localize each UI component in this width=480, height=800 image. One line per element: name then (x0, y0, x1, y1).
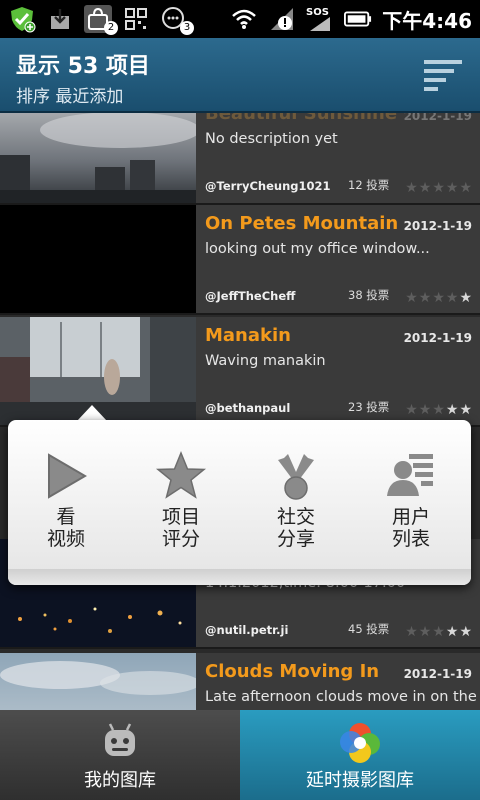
signal-alert-icon (268, 5, 296, 33)
social-share-label: 社交 分享 (276, 506, 315, 550)
social-share-icon (246, 450, 346, 502)
qr-code-icon (122, 5, 150, 33)
star-icon: ★ (405, 180, 418, 196)
notification-badge: 2 (104, 21, 118, 35)
tab-my-gallery[interactable]: 我的图库 (0, 710, 240, 800)
star-icon: ★ (418, 290, 432, 306)
vote-count: 38 投票 (348, 288, 390, 302)
quick-action-popup: 看 视频 项目 评分 社交 分享 用户 列表 (8, 420, 471, 585)
star-icon: ★ (405, 402, 418, 418)
user-list-button[interactable]: 用户 列表 (361, 450, 461, 560)
star-rating: ★ ★ ★ ★ ★ (405, 625, 472, 639)
star-rating: ★ ★ ★ ★ ★ (405, 291, 472, 305)
download-icon (46, 5, 74, 33)
star-icon: ★ (445, 402, 459, 418)
video-date: 2012-1-19 (403, 219, 472, 233)
star-icon: ★ (405, 624, 418, 640)
sort-order-label[interactable]: 排序 最近添加 (16, 82, 123, 107)
svg-text:SOS: SOS (306, 7, 329, 18)
vote-count: 23 投票 (348, 400, 390, 414)
clock: 下午4:46 (382, 8, 472, 33)
watch-video-label: 看 视频 (46, 506, 85, 550)
star-icon: ★ (432, 180, 445, 196)
star-icon: ★ (459, 290, 472, 306)
video-description: looking out my office window... (205, 241, 430, 257)
watch-video-button[interactable]: 看 视频 (16, 450, 116, 560)
star-icon: ★ (459, 402, 472, 418)
video-title: Manakin (205, 325, 291, 346)
star-icon: ★ (432, 624, 445, 640)
video-thumbnail (0, 113, 196, 203)
vote-count: 45 投票 (348, 622, 390, 636)
video-author[interactable]: @nutil.petr.ji (205, 623, 288, 637)
sos-signal-icon: SOS (306, 5, 334, 33)
bottom-tab-bar: 我的图库 延时摄影图库 (0, 710, 480, 800)
status-bar: 2 3 SOS 下午4:46 (0, 0, 480, 38)
item-count-title: 显示 53 项目 (16, 54, 150, 79)
sort-menu-icon[interactable] (420, 58, 464, 92)
user-list-icon (361, 450, 461, 502)
star-icon: ★ (445, 624, 459, 640)
video-list: Beautiful Sunshine 2012-1-19 No descript… (0, 113, 480, 710)
video-author[interactable]: @bethanpaul (205, 401, 290, 415)
video-date: 2012-1-19 (403, 331, 472, 345)
notification-badge: 3 (180, 21, 194, 35)
star-icon: ★ (459, 180, 472, 196)
popup-pointer (77, 405, 107, 421)
video-date: 2012-1-19 (403, 113, 472, 123)
video-title: Clouds Moving In (205, 661, 380, 682)
list-item[interactable]: On Petes Mountain 2012-1-19 looking out … (0, 205, 480, 315)
popup-footer (8, 569, 471, 585)
list-item[interactable]: Beautiful Sunshine 2012-1-19 No descript… (0, 113, 480, 205)
rate-item-label: 项目 评分 (161, 506, 200, 550)
social-share-button[interactable]: 社交 分享 (246, 450, 346, 560)
tab-timelapse-gallery[interactable]: 延时摄影图库 (240, 710, 480, 800)
star-rating: ★ ★ ★ ★ ★ (405, 181, 472, 195)
star-icon: ★ (459, 624, 472, 640)
list-item[interactable]: Clouds Moving In 2012-1-19 Late afternoo… (0, 653, 480, 710)
star-icon: ★ (432, 402, 445, 418)
chat-bubble-icon: 3 (160, 5, 194, 35)
play-icon (16, 450, 116, 502)
star-icon: ★ (418, 402, 432, 418)
video-title: Beautiful Sunshine (205, 113, 398, 124)
vote-count: 12 投票 (348, 178, 390, 192)
list-item[interactable]: Manakin 2012-1-19 Waving manakin @bethan… (0, 317, 480, 427)
rate-item-button[interactable]: 项目 评分 (131, 450, 231, 560)
video-thumbnail (0, 653, 196, 710)
action-bar: 显示 53 项目 排序 最近添加 (0, 38, 480, 113)
video-date: 2012-1-19 (403, 667, 472, 681)
video-author[interactable]: @TerryCheung1021 (205, 179, 331, 193)
security-shield-icon (8, 5, 36, 33)
tab-timelapse-gallery-label: 延时摄影图库 (306, 770, 414, 791)
video-description: Waving manakin (205, 353, 326, 369)
star-icon: ★ (405, 290, 418, 306)
star-icon: ★ (445, 180, 459, 196)
star-icon: ★ (445, 290, 459, 306)
video-title: On Petes Mountain (205, 213, 399, 234)
user-list-label: 用户 列表 (391, 506, 430, 550)
video-description: No description yet (205, 131, 338, 147)
star-icon: ★ (418, 624, 432, 640)
video-thumbnail (0, 205, 196, 313)
battery-icon (344, 5, 372, 33)
video-author[interactable]: @JeffTheCheff (205, 289, 295, 303)
star-icon: ★ (418, 180, 432, 196)
star-rating: ★ ★ ★ ★ ★ (405, 403, 472, 417)
wifi-icon (230, 5, 258, 33)
video-description: Late afternoon clouds move in on the (205, 689, 477, 705)
star-icon: ★ (432, 290, 445, 306)
tab-my-gallery-label: 我的图库 (84, 770, 156, 791)
color-circles-icon (240, 720, 480, 764)
star-icon (131, 450, 231, 502)
android-robot-icon (0, 720, 240, 764)
shopping-bag-icon: 2 (84, 5, 118, 35)
